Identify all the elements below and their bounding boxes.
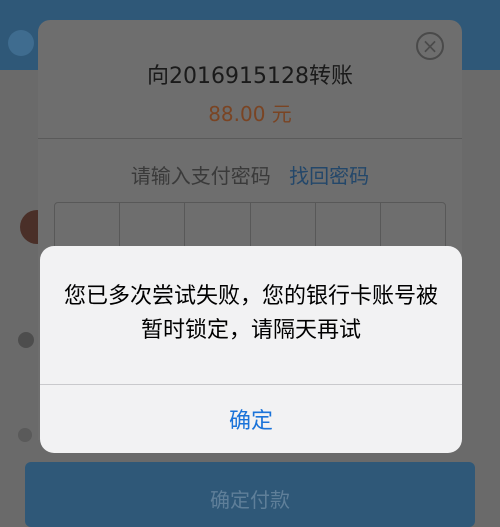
back-icon bbox=[8, 30, 34, 56]
list-item-icon bbox=[18, 332, 34, 348]
alert-confirm-button[interactable]: 确定 bbox=[40, 385, 462, 453]
password-prompt: 请输入支付密码 bbox=[130, 164, 271, 188]
transfer-amount: 88.00 元 bbox=[208, 102, 292, 126]
divider bbox=[38, 138, 462, 139]
alert-message: 您已多次尝试失败，您的银行卡账号被暂时锁定，请隔天再试 bbox=[63, 284, 438, 343]
confirm-payment-button: 确定付款 bbox=[25, 462, 475, 527]
close-icon: × bbox=[416, 32, 444, 60]
transfer-title: 向2016915128转账 bbox=[147, 64, 353, 89]
password-prompt-row: 请输入支付密码 找回密码 bbox=[38, 160, 462, 189]
account-locked-alert: 您已多次尝试失败，您的银行卡账号被暂时锁定，请隔天再试 确定 bbox=[40, 246, 462, 453]
list-item-icon bbox=[18, 428, 32, 442]
forgot-password-link: 找回密码 bbox=[289, 164, 370, 188]
confirm-payment-label: 确定付款 bbox=[210, 488, 290, 512]
